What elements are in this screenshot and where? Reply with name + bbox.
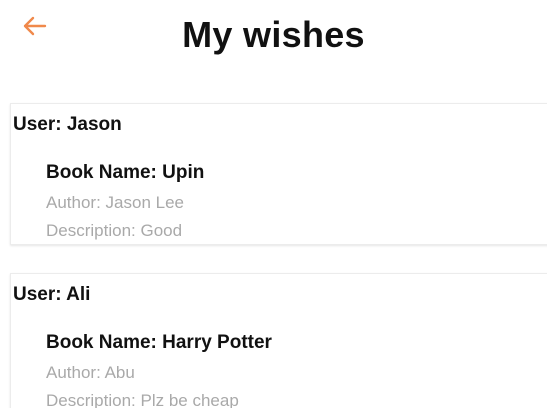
wishlist-screen: My wishes User: Jason Book Name: Upin Au…: [0, 0, 547, 408]
wish-author: Author: Abu: [46, 363, 135, 382]
wish-book-name: Book Name: Upin: [46, 162, 205, 183]
wish-user: User: Jason: [13, 114, 122, 135]
wish-author: Author: Jason Lee: [46, 193, 184, 212]
wish-user: User: Ali: [13, 284, 91, 305]
wish-card[interactable]: User: Ali Book Name: Harry Potter Author…: [10, 273, 547, 408]
wish-description: Description: Good: [46, 221, 183, 240]
page-title: My wishes: [182, 14, 365, 55]
wish-card[interactable]: User: Jason Book Name: Upin Author: Jaso…: [10, 103, 547, 245]
wish-book-name: Book Name: Harry Potter: [46, 332, 272, 353]
wish-description: Description: Plz be cheap: [46, 391, 239, 408]
